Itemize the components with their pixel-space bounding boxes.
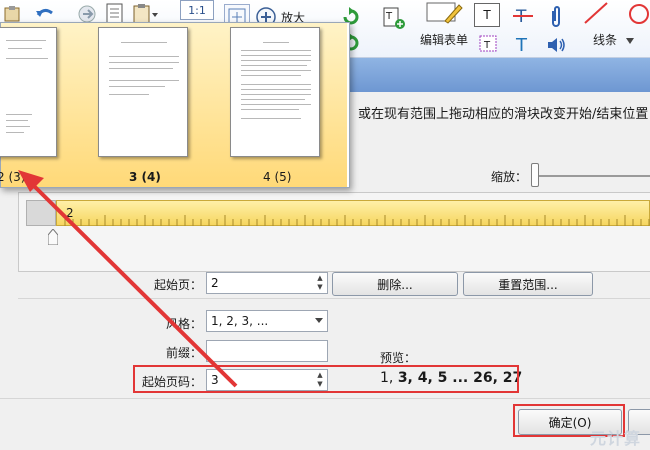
edit-form-icon[interactable] (424, 0, 464, 26)
fit-actual-size-button[interactable]: 1:1 (180, 0, 214, 20)
page-thumbnail-4[interactable] (230, 27, 320, 157)
prefix-input[interactable] (206, 340, 328, 362)
ruler-ticks (64, 215, 650, 226)
separator (18, 298, 650, 299)
svg-text:T: T (385, 11, 393, 22)
svg-text:T: T (515, 35, 528, 55)
start-page-input[interactable] (206, 272, 328, 294)
range-ruler[interactable] (56, 200, 650, 226)
svg-text:T: T (483, 40, 491, 51)
line-tool-icon[interactable] (580, 0, 610, 26)
watermark: 元计算 (590, 429, 642, 448)
range-ruler-start (26, 200, 56, 226)
paste-icon[interactable] (2, 4, 26, 24)
edit-form-label[interactable]: 编辑表单 (420, 31, 468, 48)
forward-icon[interactable] (75, 4, 99, 24)
delete-range-button[interactable]: 删除... (332, 272, 458, 296)
highlight-start-number (133, 365, 519, 393)
start-page-label: 起始页： (153, 278, 202, 292)
style-label: 风格： (165, 317, 202, 331)
text-callout-icon[interactable]: T (476, 33, 500, 55)
sound-icon[interactable] (544, 34, 568, 56)
lines-dropdown-icon[interactable] (625, 37, 635, 45)
page-thumbnail-3[interactable] (98, 27, 188, 157)
zoom-slider-track[interactable] (534, 175, 650, 177)
ruler-start-number: 2 (66, 206, 74, 220)
range-start-handle[interactable] (48, 229, 58, 245)
undo-icon[interactable] (33, 4, 57, 24)
add-text-icon[interactable]: T (380, 4, 408, 32)
attach-icon[interactable] (546, 4, 566, 30)
lines-label[interactable]: 线条 (593, 31, 617, 48)
zoom-label: 缩放： (491, 170, 528, 184)
thumbnail-label-3: 3 (4) (129, 170, 161, 184)
style-select[interactable]: 1, 2, 3, ... (206, 310, 328, 332)
style-select-value: 1, 2, 3, ... (211, 314, 269, 328)
thumbnail-label-2: 2 (3) (0, 170, 26, 184)
reset-range-button[interactable]: 重置范围... (463, 272, 593, 296)
thumbnail-popup: 2 (3) 3 (4) 4 (5) (0, 22, 350, 188)
text-box-icon[interactable]: T (474, 3, 500, 27)
zoom-slider-thumb[interactable] (531, 163, 539, 187)
strikethrough-text-icon[interactable]: T (510, 4, 536, 28)
oval-tool-icon[interactable] (624, 2, 650, 28)
separator-bottom (0, 398, 650, 399)
thumbnail-label-4: 4 (5) (263, 170, 292, 184)
prefix-label: 前缀： (165, 346, 202, 360)
instruction-text: ，或在现有范围上拖动相应的滑块改变开始/结束位置，或 (345, 107, 650, 122)
fit-actual-size-label: 1:1 (188, 3, 206, 17)
page-thumbnail-2[interactable] (0, 27, 57, 157)
text-icon[interactable]: T (510, 32, 536, 56)
start-page-spinner[interactable]: ▲ ▼ (313, 273, 327, 293)
chevron-down-icon (315, 318, 323, 323)
preview-label: 预览： (380, 351, 417, 365)
